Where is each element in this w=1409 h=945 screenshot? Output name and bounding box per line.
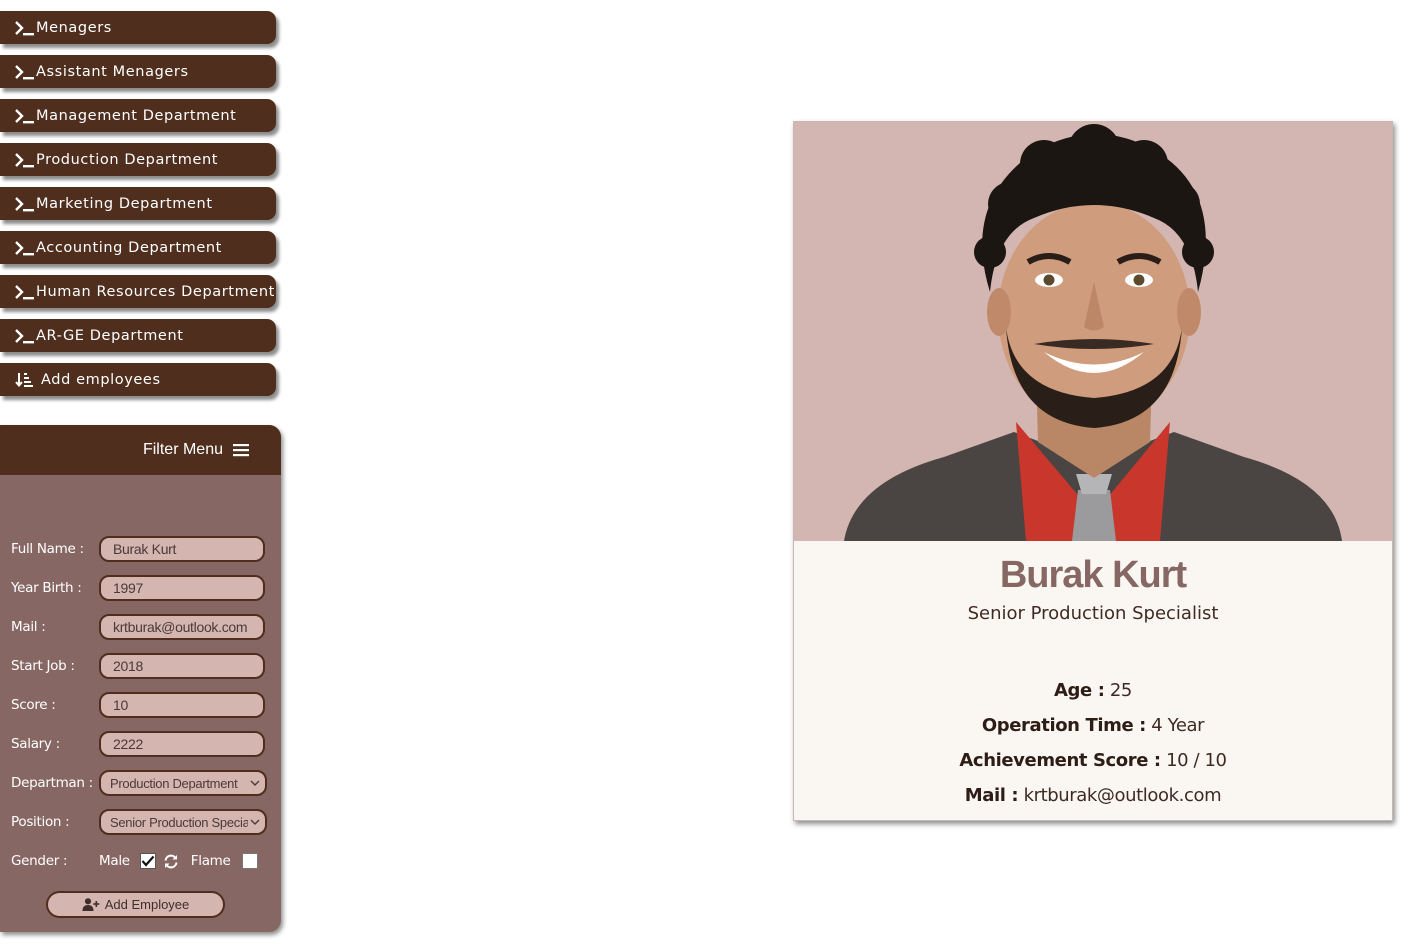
achievement-score-label: Achievement Score :	[959, 750, 1161, 771]
terminal-icon	[15, 240, 35, 256]
department-select-value: Production Department	[110, 775, 238, 791]
department-select[interactable]: Production Department	[99, 770, 267, 796]
gender-row: Gender : Male Flame	[11, 847, 258, 875]
year-birth-row: Year Birth : 1997	[11, 574, 265, 602]
terminal-icon	[15, 328, 35, 344]
position-row: Position : Senior Production Specialist	[11, 808, 267, 836]
employee-photo	[794, 122, 1392, 541]
nav-item-production-department[interactable]: Production Department	[0, 143, 276, 176]
terminal-icon	[15, 108, 35, 124]
start-job-input[interactable]: 2018	[99, 653, 265, 679]
nav-item-label: Menagers	[36, 19, 112, 36]
nav-item-label: AR-GE Department	[36, 327, 184, 344]
score-input[interactable]: 10	[99, 692, 265, 718]
position-label: Position :	[11, 814, 70, 830]
add-employee-button[interactable]: Add Employee	[46, 891, 225, 918]
terminal-icon	[15, 152, 35, 168]
portrait-illustration	[794, 122, 1392, 541]
operation-time-label: Operation Time :	[981, 715, 1147, 736]
hamburger-icon[interactable]	[233, 443, 249, 457]
nav-item-label: Production Department	[36, 151, 219, 168]
full-name-input[interactable]: Burak Kurt	[99, 536, 265, 562]
start-job-row: Start Job : 2018	[11, 652, 265, 680]
chevron-down-icon	[248, 819, 262, 826]
nav-item-add-employees[interactable]: Add employees	[0, 363, 276, 396]
terminal-icon	[15, 196, 35, 212]
position-select-value: Senior Production Specialist	[110, 814, 248, 830]
filter-header[interactable]: Filter Menu	[0, 425, 281, 475]
salary-label: Salary :	[11, 736, 60, 752]
male-label: Male	[99, 853, 130, 869]
operation-time-value: 4 Year	[1151, 715, 1205, 736]
filter-menu-title: Filter Menu	[142, 441, 223, 458]
full-name-label: Full Name :	[11, 541, 84, 557]
achievement-score-stat: Achievement Score : 10 / 10	[794, 750, 1392, 771]
year-birth-input[interactable]: 1997	[99, 575, 265, 601]
chevron-down-icon	[248, 780, 262, 787]
age-stat: Age : 25	[794, 680, 1392, 701]
nav-item-label: Human Resources Department	[36, 283, 275, 300]
mail-row: Mail : krtburak@outlook.com	[11, 613, 265, 641]
nav-item-accounting-department[interactable]: Accounting Department	[0, 231, 276, 264]
score-row: Score : 10	[11, 691, 265, 719]
salary-row: Salary : 2222	[11, 730, 265, 758]
nav-item-human-resources-department[interactable]: Human Resources Department	[0, 275, 276, 308]
mail-label: Mail :	[11, 619, 46, 635]
mail-input[interactable]: krtburak@outlook.com	[99, 614, 265, 640]
refresh-icon[interactable]	[163, 854, 179, 869]
year-birth-label: Year Birth :	[11, 580, 82, 596]
user-plus-icon	[82, 898, 100, 911]
employee-title: Senior Production Specialist	[967, 603, 1219, 624]
terminal-icon	[15, 284, 35, 300]
start-job-label: Start Job :	[11, 658, 75, 674]
terminal-icon	[15, 20, 35, 36]
sort-down-icon	[15, 372, 34, 387]
mail-stat-value: krtburak@outlook.com	[1023, 785, 1222, 806]
male-checkbox[interactable]	[139, 853, 156, 869]
nav-item-management-department[interactable]: Management Department	[0, 99, 276, 132]
add-employee-button-label: Add Employee	[104, 897, 190, 912]
nav-item-label: Management Department	[36, 107, 237, 124]
nav-item-label: Add employees	[41, 371, 161, 388]
mail-stat: Mail : krtburak@outlook.com	[794, 785, 1392, 806]
gender-label: Gender :	[11, 853, 68, 869]
female-label: Flame	[190, 853, 231, 869]
filter-panel: Filter Menu Full Name : Burak Kurt Year …	[0, 425, 281, 932]
female-checkbox[interactable]	[241, 853, 258, 869]
nav-item-marketing-department[interactable]: Marketing Department	[0, 187, 276, 220]
sidebar-nav: Menagers Assistant Menagers Management D…	[0, 11, 276, 407]
salary-input[interactable]: 2222	[99, 731, 265, 757]
terminal-icon	[15, 64, 35, 80]
department-row: Departman : Production Department	[11, 769, 267, 797]
nav-item-label: Marketing Department	[36, 195, 213, 212]
employee-name: Burak Kurt	[999, 554, 1187, 596]
mail-stat-label: Mail :	[964, 785, 1019, 806]
operation-time-stat: Operation Time : 4 Year	[794, 715, 1392, 736]
nav-item-ar-ge-department[interactable]: AR-GE Department	[0, 319, 276, 352]
employee-card: Burak Kurt Senior Production Specialist …	[793, 121, 1393, 821]
age-label: Age :	[1054, 680, 1105, 701]
age-value: 25	[1109, 680, 1133, 701]
nav-item-label: Accounting Department	[36, 239, 222, 256]
achievement-score-value: 10 / 10	[1166, 750, 1227, 771]
nav-item-label: Assistant Menagers	[36, 63, 189, 80]
nav-item-assistant-menagers[interactable]: Assistant Menagers	[0, 55, 276, 88]
position-select[interactable]: Senior Production Specialist	[99, 809, 267, 835]
app-root: Menagers Assistant Menagers Management D…	[0, 0, 1409, 945]
department-label: Departman :	[11, 775, 93, 791]
nav-item-menagers[interactable]: Menagers	[0, 11, 276, 44]
score-label: Score :	[11, 697, 56, 713]
full-name-row: Full Name : Burak Kurt	[11, 535, 265, 563]
